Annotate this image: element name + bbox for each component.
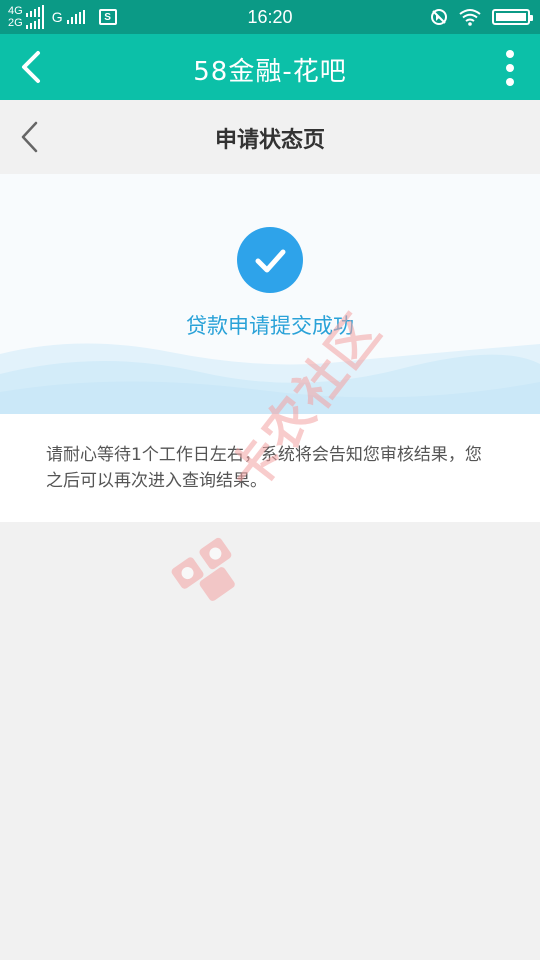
page-title: 申请状态页 [214, 128, 325, 153]
app-title: 58金融-花吧 [193, 57, 347, 87]
network-2g-label: 2G [8, 17, 23, 29]
network-g-indicator: G [52, 9, 85, 25]
info-text: 请耐心等待1个工作日左右，系统将会告知您审核结果，您之后可以再次进入查询结果。 [46, 445, 482, 491]
success-message: 贷款申请提交成功 [186, 314, 354, 338]
watermark-logo-icon [171, 537, 235, 601]
wifi-icon [459, 9, 481, 26]
signal-icon [25, 17, 44, 29]
network-4g-label: 4G [8, 5, 23, 17]
more-menu-button[interactable] [502, 48, 518, 88]
wave-decoration [0, 343, 540, 414]
info-card: 请耐心等待1个工作日左右，系统将会告知您审核结果，您之后可以再次进入查询结果。 [0, 414, 540, 522]
network-g-label: G [51, 9, 63, 25]
signal-icon [25, 5, 44, 17]
network-stack: 4G 2G [8, 5, 44, 29]
signal-icon [66, 10, 85, 24]
page-header: 申请状态页 [0, 100, 540, 174]
status-bar-left: 4G 2G G S [8, 3, 117, 31]
result-hero: 贷款申请提交成功 [0, 174, 540, 414]
more-vertical-icon [506, 50, 514, 58]
status-bar-right [430, 6, 533, 28]
success-check-icon [237, 227, 303, 293]
mute-icon [431, 9, 447, 25]
status-bar: 4G 2G G S 16:20 [0, 0, 540, 34]
battery-icon [492, 9, 533, 25]
sim-icon: S [98, 9, 117, 25]
app-bar: 58金融-花吧 [0, 34, 540, 100]
